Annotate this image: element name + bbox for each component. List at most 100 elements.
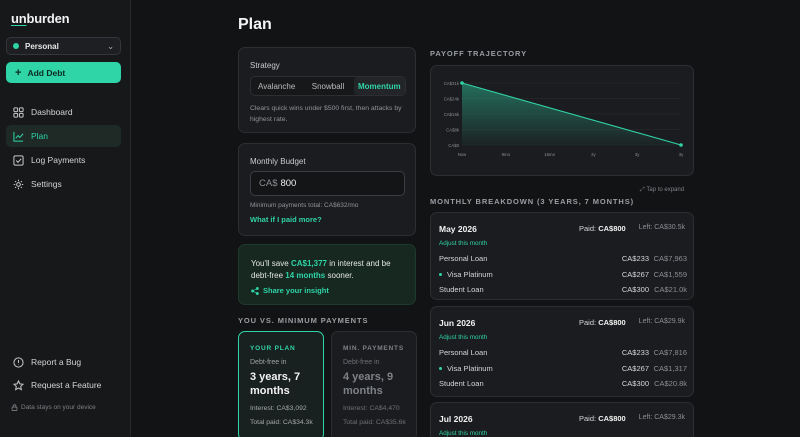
savings-amount: CA$1,377 xyxy=(290,259,327,268)
month-card: Jul 2026 Paid: CA$800 Left: CA$29.3k Adj… xyxy=(430,402,694,437)
x-tick-label: 3y xyxy=(679,152,684,157)
report-bug-link[interactable]: Report a Bug xyxy=(6,351,121,373)
share-icon xyxy=(251,286,259,295)
budget-input[interactable]: CA$ 800 xyxy=(250,171,405,196)
your-plan-debt-free-label: Debt-free in xyxy=(250,359,287,366)
app-logo[interactable]: unburden xyxy=(11,11,70,26)
sidebar: unburden Personal ⌄ + Add Debt Dashboard… xyxy=(0,0,131,437)
x-tick-label: 2y xyxy=(591,152,596,157)
y-tick-label: CA$16k xyxy=(444,112,460,117)
month-paid: Paid: CA$800 xyxy=(579,224,626,233)
comparison-heading: YOU VS. MINIMUM PAYMENTS xyxy=(238,316,369,325)
budget-value: 800 xyxy=(280,178,297,189)
lock-icon xyxy=(11,404,18,411)
debt-row: Visa Platinum CA$267 CA$1,559 xyxy=(439,267,687,283)
min-payments-card: MIN. PAYMENTS Debt-free in 4 years, 9 mo… xyxy=(331,331,417,437)
trajectory-heading: PAYOFF TRAJECTORY xyxy=(430,49,527,58)
month-left: Left: CA$30.5k xyxy=(638,224,685,231)
min-payments-time: 4 years, 9 months xyxy=(343,371,394,397)
adjust-month-link[interactable]: Adjust this month xyxy=(439,240,487,247)
chevron-down-icon: ⌄ xyxy=(107,41,114,51)
your-plan-time: 3 years, 7 months xyxy=(250,371,301,397)
debt-row: Personal Loan CA$233 CA$7,963 xyxy=(439,254,687,264)
month-paid: Paid: CA$800 xyxy=(579,414,626,423)
your-plan-tag: YOUR PLAN xyxy=(250,345,296,352)
your-plan-total: Total paid: CA$34.3k xyxy=(250,419,313,426)
adjust-month-link[interactable]: Adjust this month xyxy=(439,334,487,341)
trajectory-end-point xyxy=(679,143,683,147)
min-payments-interest: Interest: CA$4,470 xyxy=(343,405,400,412)
savings-text: You'll save CA$1,377 in interest and be … xyxy=(251,259,391,280)
savings-insight-card: You'll save CA$1,377 in interest and be … xyxy=(238,244,416,305)
debt-row: Student Loan CA$300 CA$21.0k xyxy=(439,285,687,295)
your-plan-interest: Interest: CA$3,092 xyxy=(250,405,307,412)
month-left: Left: CA$29.9k xyxy=(638,318,685,325)
adjust-month-link[interactable]: Adjust this month xyxy=(439,430,487,437)
budget-label: Monthly Budget xyxy=(250,157,306,166)
month-title: Jul 2026 xyxy=(439,414,473,424)
trajectory-start-point xyxy=(460,81,464,85)
savings-months: 14 months xyxy=(285,271,326,280)
strategy-card: Strategy Avalanche Snowball Momentum Cle… xyxy=(238,47,416,133)
your-plan-card: YOUR PLAN Debt-free in 3 years, 7 months… xyxy=(238,331,324,437)
debt-row: Visa Platinum CA$267 CA$1,317 xyxy=(439,361,687,377)
x-tick-label: 3y xyxy=(635,152,640,157)
minimum-payments-note: Minimum payments total: CA$632/mo xyxy=(250,202,359,209)
currency-prefix: CA$ xyxy=(259,178,278,189)
chart-line-icon xyxy=(13,131,24,142)
month-left: Left: CA$29.3k xyxy=(638,414,685,421)
x-tick-label: Now xyxy=(458,152,467,157)
debt-row: Personal Loan CA$233 CA$7,816 xyxy=(439,348,687,358)
month-title: May 2026 xyxy=(439,224,477,234)
debt-row: Student Loan CA$300 CA$20.8k xyxy=(439,379,687,389)
month-title: Jun 2026 xyxy=(439,318,476,328)
grid-icon xyxy=(13,106,24,118)
share-insight-button[interactable]: Share your insight xyxy=(251,286,329,295)
sidebar-footer-links: Report a Bug Request a Feature xyxy=(6,351,121,397)
strategy-description: Clears quick wins under $500 first, then… xyxy=(250,105,402,123)
y-tick-label: CA$8k xyxy=(446,127,460,132)
privacy-note: Data stays on your device xyxy=(11,404,96,411)
strategy-option-momentum[interactable]: Momentum xyxy=(353,77,405,95)
month-paid: Paid: CA$800 xyxy=(579,318,626,327)
payoff-trajectory-chart[interactable]: CA$31k CA$24k CA$16k CA$8k CA$0 Now 8mo 16mo 2y 3… xyxy=(430,65,694,176)
page-title: Plan xyxy=(238,16,272,33)
debt-rows: Personal Loan CA$233 CA$7,816 Visa Platinu… xyxy=(439,345,687,392)
y-tick-label: CA$0 xyxy=(448,143,459,148)
min-payments-total: Total paid: CA$35.6k xyxy=(343,419,406,426)
y-tick-label: CA$31k xyxy=(444,81,460,86)
tap-to-expand-hint[interactable]: ⤢ Tap to expand xyxy=(640,187,684,194)
what-if-link[interactable]: What if I paid more? xyxy=(250,215,322,224)
strategy-label: Strategy xyxy=(250,61,280,70)
debt-rows: Personal Loan CA$233 CA$7,963 Visa Platinu… xyxy=(439,251,687,298)
account-name: Personal xyxy=(25,41,59,51)
y-tick-label: CA$24k xyxy=(444,96,460,101)
sidebar-nav: Dashboard Plan Log Payments Settings xyxy=(6,101,121,197)
sidebar-item-plan[interactable]: Plan xyxy=(6,125,121,147)
min-payments-debt-free-label: Debt-free in xyxy=(343,359,380,366)
strategy-option-snowball[interactable]: Snowball xyxy=(302,77,353,95)
account-selector[interactable]: Personal ⌄ xyxy=(6,37,121,55)
add-debt-button[interactable]: + Add Debt xyxy=(6,62,121,83)
min-payments-tag: MIN. PAYMENTS xyxy=(343,345,404,352)
x-tick-label: 8mo xyxy=(502,152,511,157)
account-status-dot xyxy=(13,43,19,49)
strategy-selector: Avalanche Snowball Momentum xyxy=(250,76,406,96)
sidebar-item-settings[interactable]: Settings xyxy=(6,173,121,195)
focus-debt-dot xyxy=(439,366,442,370)
strategy-option-avalanche[interactable]: Avalanche xyxy=(251,77,302,95)
month-card: Jun 2026 Paid: CA$800 Left: CA$29.9k Adj… xyxy=(430,306,694,397)
plus-icon: + xyxy=(15,66,22,79)
star-icon xyxy=(13,379,24,391)
trajectory-svg: CA$31k CA$24k CA$16k CA$8k CA$0 Now 8mo 16mo 2y 3… xyxy=(444,81,684,157)
focus-debt-dot xyxy=(439,272,442,276)
sidebar-item-dashboard[interactable]: Dashboard xyxy=(6,101,121,123)
alert-circle-icon xyxy=(13,356,24,368)
x-tick-label: 16mo xyxy=(544,152,555,157)
gear-icon xyxy=(13,179,24,189)
sidebar-item-log-payments[interactable]: Log Payments xyxy=(6,149,121,171)
breakdown-heading: MONTHLY BREAKDOWN (3 YEARS, 7 MONTHS) xyxy=(430,197,635,206)
request-feature-link[interactable]: Request a Feature xyxy=(6,374,121,396)
check-square-icon xyxy=(13,154,24,166)
budget-card: Monthly Budget CA$ 800 Minimum payments … xyxy=(238,143,416,236)
